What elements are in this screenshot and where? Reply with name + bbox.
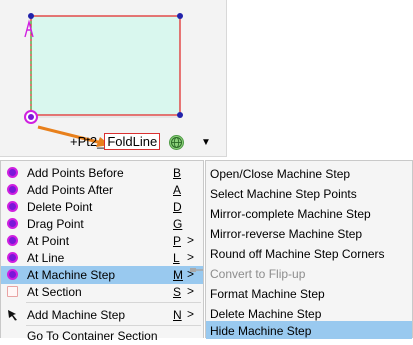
menu-item-add-machine-step[interactable]: Add Machine Step N > — [1, 306, 203, 324]
magenta-dot-icon — [7, 167, 18, 178]
magenta-dot-icon — [7, 184, 18, 195]
dropdown-arrow-button[interactable]: ▼ — [192, 134, 220, 152]
menu-item-delete-point[interactable]: Delete Point D — [1, 198, 203, 216]
section-icon — [7, 286, 18, 297]
vertex-handle[interactable] — [28, 13, 34, 19]
machine-step-submenu: Open/Close Machine Step Select Machine S… — [205, 160, 413, 339]
menu-item-at-point[interactable]: At Point P > — [1, 232, 203, 250]
menu-separator — [26, 325, 201, 326]
submenu-item-convert-to-flip-up: Convert to Flip-up — [210, 267, 306, 281]
submenu-item-mirror-reverse-machine-step[interactable]: Mirror-reverse Machine Step — [206, 223, 412, 244]
submenu-arrow-icon: > — [187, 250, 195, 264]
submenu-item-mirror-complete-machine-step[interactable]: Mirror-complete Machine Step — [206, 203, 412, 224]
magenta-dot-icon — [7, 269, 18, 280]
submenu-arrow-icon: > — [187, 307, 195, 321]
menu-item-add-points-after[interactable]: Add Points After A — [1, 181, 203, 199]
menu-item-go-to-container-section[interactable]: Go To Container Section — [1, 327, 203, 345]
magenta-dot-icon — [7, 218, 18, 229]
submenu-item-hide-machine-step[interactable]: Hide Machine Step — [206, 321, 412, 339]
menu-separator — [26, 302, 201, 303]
submenu-item-select-machine-step-points[interactable]: Select Machine Step Points — [206, 183, 412, 204]
menu-item-at-machine-step[interactable]: At Machine Step M > — [1, 266, 203, 284]
globe-icon[interactable] — [169, 135, 184, 150]
selected-point-center — [28, 114, 34, 120]
submenu-item-format-machine-step[interactable]: Format Machine Step — [206, 283, 412, 304]
magenta-dot-icon — [7, 252, 18, 263]
menu-item-drag-point[interactable]: Drag Point G — [1, 215, 203, 233]
submenu-item-round-off-corners[interactable]: Round off Machine Step Corners — [206, 243, 412, 264]
point-label-prefix: +Pt2_ — [70, 134, 105, 149]
magenta-dot-icon — [7, 201, 18, 212]
submenu-item-open-close-machine-step[interactable]: Open/Close Machine Step — [206, 163, 412, 184]
point-label: +Pt2_ FoldLine — [70, 133, 161, 150]
vertex-handle[interactable] — [177, 13, 183, 19]
menu-item-at-line[interactable]: At Line L > — [1, 249, 203, 267]
menu-item-add-points-before[interactable]: Add Points Before B — [1, 164, 203, 182]
menu-item-at-section[interactable]: At Section S > — [1, 283, 203, 301]
vertex-handle[interactable] — [177, 112, 183, 118]
submenu-arrow-icon: > — [187, 284, 195, 298]
fold-line-label[interactable]: FoldLine — [104, 133, 161, 150]
context-menu: Add Points Before B Add Points After A D… — [0, 160, 204, 343]
arrow-cursor-icon — [7, 309, 18, 321]
submenu-arrow-icon: > — [187, 233, 195, 247]
magenta-dot-icon — [7, 235, 18, 246]
fold-rectangle[interactable] — [30, 15, 181, 116]
flip-up-icon — [190, 268, 203, 272]
